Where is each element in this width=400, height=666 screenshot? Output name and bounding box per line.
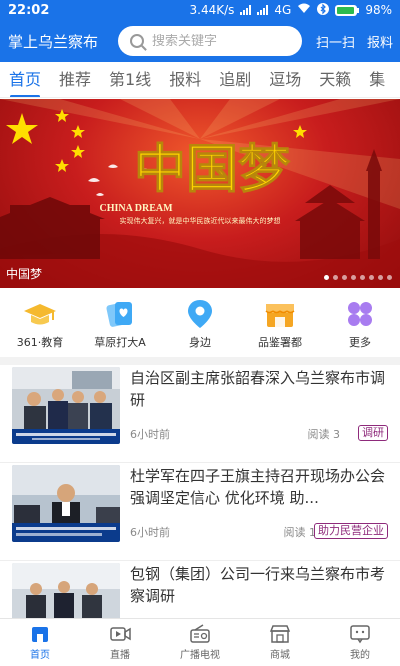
graduation-cap-icon bbox=[24, 298, 56, 330]
tab-frontline[interactable]: 第1线 bbox=[100, 62, 160, 97]
battery-icon bbox=[335, 4, 360, 16]
location-pin-icon bbox=[184, 298, 216, 330]
tab-home[interactable]: 首页 bbox=[0, 62, 50, 97]
news-thumbnail bbox=[12, 367, 120, 444]
nav-live[interactable]: 直播 bbox=[80, 619, 160, 666]
nav-home[interactable]: 首页 bbox=[0, 619, 80, 666]
carousel-dot[interactable] bbox=[324, 275, 329, 280]
profile-icon bbox=[350, 625, 370, 644]
tab-recommend[interactable]: 推荐 bbox=[50, 62, 100, 97]
live-video-icon bbox=[110, 627, 131, 641]
status-bar: 22:02 3.44K/s 4G 98% bbox=[0, 0, 400, 20]
shop-icon bbox=[264, 298, 296, 330]
carousel-dot[interactable] bbox=[351, 275, 356, 280]
search-icon bbox=[130, 34, 145, 48]
tab-music[interactable]: 天籁 bbox=[310, 62, 360, 97]
carousel-dot[interactable] bbox=[342, 275, 347, 280]
news-thumbnail bbox=[12, 465, 120, 542]
network-type: 4G bbox=[274, 3, 292, 17]
quick-link-label: 361·教育 bbox=[16, 336, 64, 349]
banner-headline: 中国梦 bbox=[134, 139, 290, 200]
nav-label: 广播电视 bbox=[180, 650, 220, 661]
bluetooth-icon bbox=[317, 2, 330, 18]
network-speed: 3.44K/s bbox=[189, 3, 235, 17]
nav-store[interactable]: 商城 bbox=[240, 619, 320, 666]
tab-report[interactable]: 报料 bbox=[160, 62, 210, 97]
nav-profile[interactable]: 我的 bbox=[320, 619, 400, 666]
carousel-dot[interactable] bbox=[387, 275, 392, 280]
top-bar: 22:02 3.44K/s 4G 98% 掌上乌兰察布 搜索关键字 扫一扫 报料 bbox=[0, 0, 400, 62]
carousel-dot[interactable] bbox=[360, 275, 365, 280]
banner-tagline: 实现伟大复兴，就是中华民族近代以来最伟大的梦想 bbox=[120, 216, 281, 225]
news-item[interactable]: 杜学军在四子王旗主持召开现场办公会强调坚定信心 优化环境 助... 6小时前 阅… bbox=[0, 463, 400, 561]
news-read-count: 阅读 1 bbox=[283, 526, 317, 539]
signal-icon bbox=[240, 5, 252, 15]
nav-label: 直播 bbox=[110, 650, 130, 661]
tab-drama[interactable]: 追剧 bbox=[210, 62, 260, 97]
carousel-dot[interactable] bbox=[378, 275, 383, 280]
quick-link-label: 草原打大A bbox=[94, 336, 146, 349]
signal-icon-2 bbox=[257, 5, 269, 15]
quick-link-education[interactable]: 361·教育 bbox=[0, 290, 80, 356]
search-box[interactable] bbox=[118, 26, 303, 56]
status-time: 22:02 bbox=[8, 2, 50, 18]
news-title: 自治区副主席张韶春深入乌兰察布市调研 bbox=[130, 369, 386, 409]
banner-caption: 中国梦 bbox=[6, 267, 43, 281]
news-list: 自治区副主席张韶春深入乌兰察布市调研 6小时前 阅读 3 调研 杜学军在四子王旗… bbox=[0, 365, 400, 659]
store-icon bbox=[269, 625, 291, 643]
banner-subhead: CHINA DREAM bbox=[99, 203, 173, 214]
quick-links: 361·教育 草原打大A 身边 品鉴署都 更多 bbox=[0, 290, 400, 356]
carousel-dot[interactable] bbox=[369, 275, 374, 280]
quick-link-nearby[interactable]: 身边 bbox=[160, 290, 240, 356]
quick-link-label: 品鉴署都 bbox=[258, 336, 302, 349]
banner-carousel[interactable]: 中国梦 CHINA DREAM 实现伟大复兴，就是中华民族近代以来最伟大的梦想 … bbox=[0, 99, 400, 288]
battery-level: 98% bbox=[365, 3, 392, 17]
search-input[interactable] bbox=[152, 33, 303, 49]
carousel-dots bbox=[324, 275, 392, 280]
quick-link-label: 更多 bbox=[349, 336, 371, 349]
news-tag[interactable]: 调研 bbox=[358, 425, 388, 441]
home-icon bbox=[32, 627, 48, 642]
news-item[interactable]: 自治区副主席张韶春深入乌兰察布市调研 6小时前 阅读 3 调研 bbox=[0, 365, 400, 463]
news-tag[interactable]: 助力民营企业 bbox=[314, 523, 388, 539]
status-indicators: 3.44K/s 4G 98% bbox=[189, 2, 392, 18]
report-button[interactable]: 报料 bbox=[367, 32, 393, 51]
nav-label: 我的 bbox=[350, 650, 370, 661]
nav-label: 首页 bbox=[30, 650, 50, 661]
news-read-count: 阅读 3 bbox=[307, 428, 341, 441]
news-title: 杜学军在四子王旗主持召开现场办公会强调坚定信心 优化环境 助... bbox=[130, 467, 386, 507]
news-title: 包钢（集团）公司一行来乌兰察布市考察调研 bbox=[130, 565, 386, 605]
channel-tabs: 首页 推荐 第1线 报料 追剧 逗场 天籁 集 bbox=[0, 62, 400, 98]
quick-link-label: 身边 bbox=[189, 336, 211, 349]
nav-radio-tv[interactable]: 广播电视 bbox=[160, 619, 240, 666]
quick-link-shop[interactable]: 品鉴署都 bbox=[240, 290, 320, 356]
bottom-nav: 首页 直播 广播电视 商城 我的 bbox=[0, 618, 400, 666]
app-screen: 22:02 3.44K/s 4G 98% 掌上乌兰察布 搜索关键字 扫一扫 报料… bbox=[0, 0, 400, 666]
carousel-dot[interactable] bbox=[333, 275, 338, 280]
nav-label: 商城 bbox=[270, 650, 290, 661]
news-time: 6小时前 bbox=[130, 428, 170, 441]
banner-art: 中国梦 CHINA DREAM 实现伟大复兴，就是中华民族近代以来最伟大的梦想 bbox=[0, 99, 400, 288]
quick-link-more[interactable]: 更多 bbox=[320, 290, 400, 356]
news-time: 6小时前 bbox=[130, 526, 170, 539]
cards-heart-icon bbox=[104, 298, 136, 330]
tab-fun[interactable]: 逗场 bbox=[260, 62, 310, 97]
wifi-icon bbox=[297, 3, 311, 17]
scan-button[interactable]: 扫一扫 bbox=[316, 32, 355, 51]
app-title: 掌上乌兰察布 bbox=[8, 32, 99, 51]
radio-tv-icon bbox=[190, 624, 210, 643]
section-divider bbox=[0, 357, 400, 365]
quick-link-grassland[interactable]: 草原打大A bbox=[80, 290, 160, 356]
tab-fade bbox=[380, 62, 400, 97]
header: 掌上乌兰察布 扫一扫 报料 bbox=[0, 22, 400, 60]
more-grid-icon bbox=[344, 298, 376, 330]
